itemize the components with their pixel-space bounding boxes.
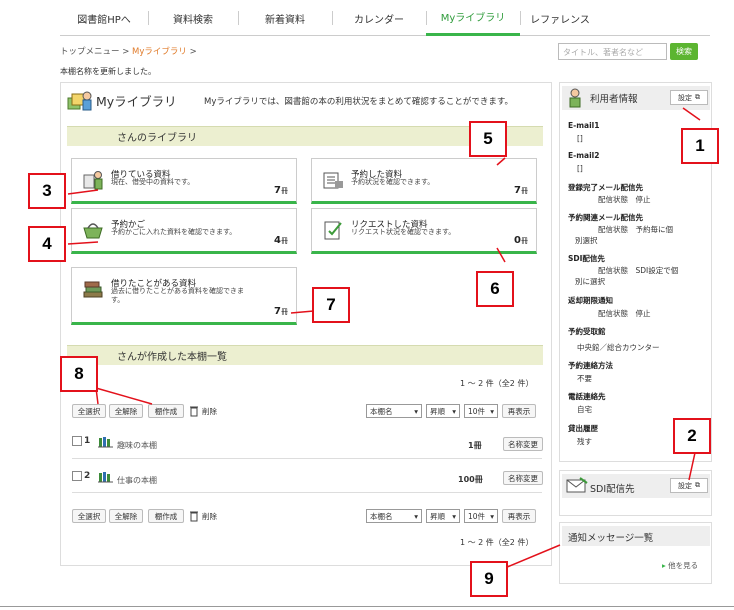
annotation-arrows [67,107,701,571]
callout-7: 7 [312,287,350,323]
callout-6: 6 [476,271,514,307]
callout-8: 8 [60,356,98,392]
callout-4: 4 [28,226,66,262]
callout-5: 5 [469,121,507,157]
callout-2: 2 [673,418,711,454]
callout-1: 1 [681,128,719,164]
callout-9: 9 [470,561,508,597]
callout-3: 3 [28,173,66,209]
